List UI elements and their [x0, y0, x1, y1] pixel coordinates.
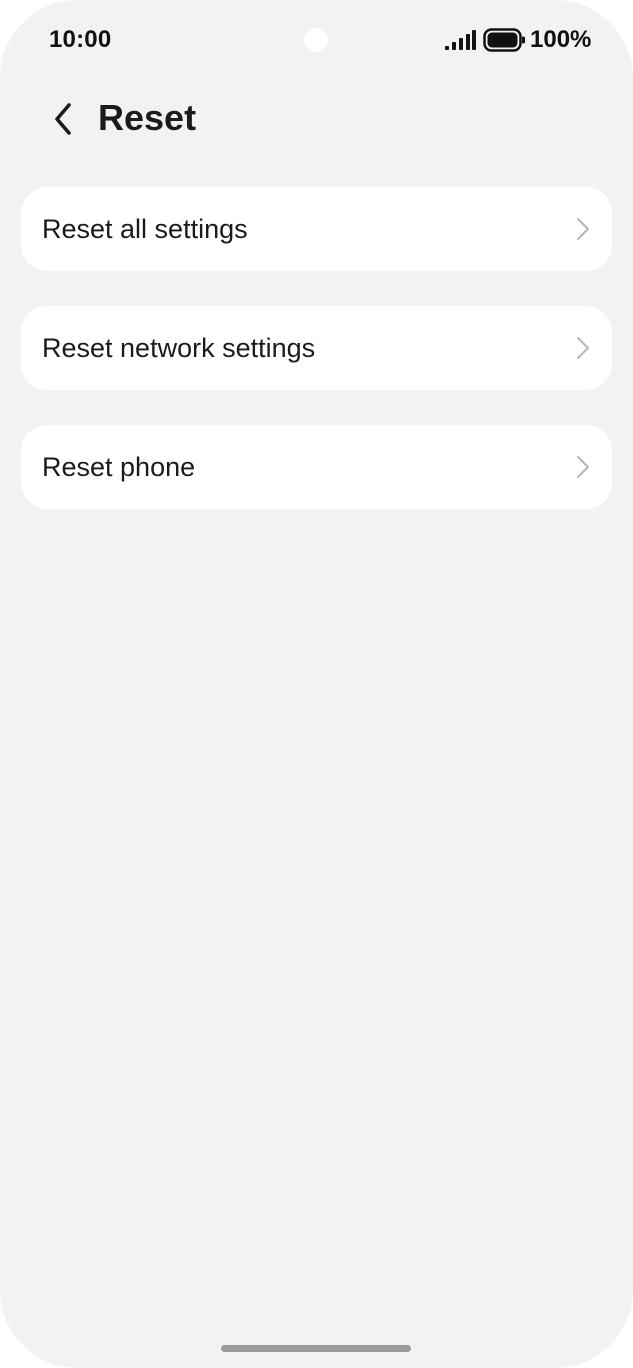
chevron-right-icon	[577, 456, 589, 478]
chevron-right-icon	[577, 218, 589, 240]
battery-percentage: 100%	[530, 26, 592, 53]
page-header: Reset	[0, 90, 633, 150]
list-item-label: Reset network settings	[42, 333, 316, 363]
reset-network-settings-item[interactable]: Reset network settings	[21, 306, 612, 390]
list-item-label: Reset phone	[42, 452, 196, 482]
battery-icon	[483, 28, 525, 52]
reset-all-settings-item[interactable]: Reset all settings	[21, 187, 612, 271]
list-item-label: Reset all settings	[42, 214, 248, 244]
status-time: 10:00	[49, 26, 112, 53]
phone-screen: 10:00 100% Reset Reset all settings Rese…	[0, 0, 633, 1368]
status-bar: 10:00 100%	[0, 0, 633, 80]
settings-list: Reset all settings Reset network setting…	[21, 187, 612, 544]
chevron-left-icon	[55, 103, 71, 135]
cellular-signal-icon	[445, 30, 476, 50]
page-title: Reset	[98, 97, 197, 138]
front-camera	[304, 28, 328, 52]
chevron-right-icon	[577, 337, 589, 359]
home-indicator[interactable]	[221, 1345, 411, 1352]
back-button[interactable]	[40, 96, 86, 142]
reset-phone-item[interactable]: Reset phone	[21, 425, 612, 509]
